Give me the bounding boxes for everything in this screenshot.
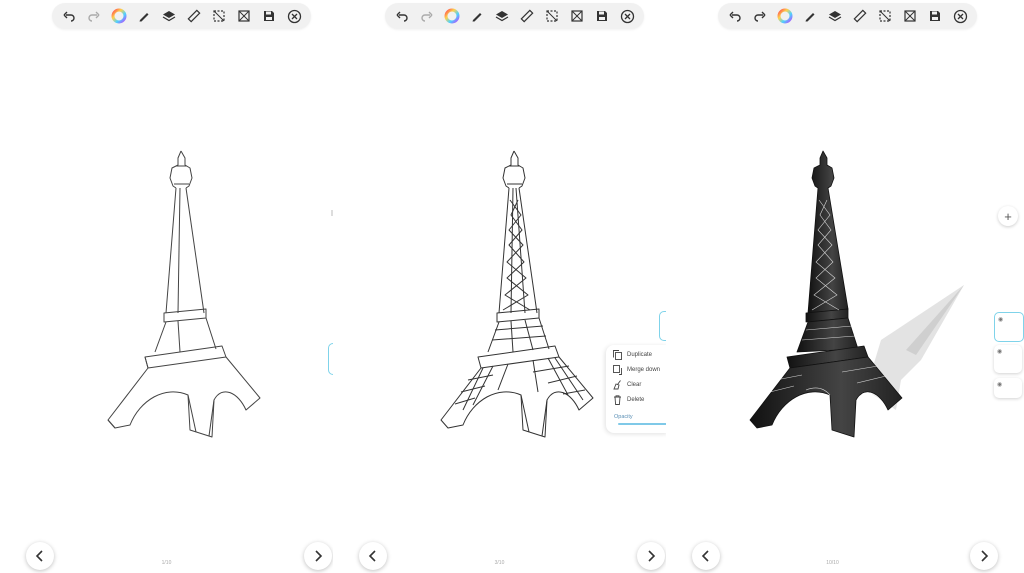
color-wheel-icon[interactable] xyxy=(441,5,463,27)
page-indicator: 1/10 xyxy=(161,560,172,566)
toolbar xyxy=(385,3,644,29)
page-indicator: 10/10 xyxy=(826,560,839,566)
close-icon[interactable] xyxy=(616,5,638,27)
transform-icon[interactable] xyxy=(566,5,588,27)
page-indicator: 3/10 xyxy=(494,560,505,566)
menu-item-delete[interactable]: Delete xyxy=(606,392,666,407)
toolbar xyxy=(52,3,311,29)
eye-icon[interactable]: ◉ xyxy=(997,348,1002,355)
layer-thumb-1[interactable]: ◉ xyxy=(994,312,1024,342)
close-icon[interactable] xyxy=(949,5,971,27)
screen-step-1: 1/10 xyxy=(0,0,333,573)
ruler-icon[interactable] xyxy=(849,5,871,27)
duplicate-icon xyxy=(613,349,622,360)
drawing-canvas[interactable] xyxy=(666,0,999,573)
color-wheel-icon[interactable] xyxy=(774,5,796,27)
pencil-icon[interactable] xyxy=(466,5,488,27)
pencil-icon[interactable] xyxy=(133,5,155,27)
layer-thumb-2[interactable]: ◉ xyxy=(994,345,1022,373)
screen-step-3: Duplicate Merge down Clear Delete Opacit… xyxy=(333,0,666,573)
redo-icon[interactable] xyxy=(749,5,771,27)
layer-tab-edge[interactable] xyxy=(659,311,666,341)
undo-icon[interactable] xyxy=(391,5,413,27)
redo-icon[interactable] xyxy=(416,5,438,27)
screen-step-10: + ◉ ◉ ◉ 10/10 xyxy=(666,0,1024,573)
toolbar xyxy=(718,3,977,29)
save-icon[interactable] xyxy=(924,5,946,27)
pencil-icon[interactable] xyxy=(799,5,821,27)
layers-icon[interactable] xyxy=(491,5,513,27)
layer-context-menu: Duplicate Merge down Clear Delete Opacit… xyxy=(606,345,666,433)
selection-icon[interactable] xyxy=(874,5,896,27)
delete-icon xyxy=(613,394,622,405)
opacity-slider[interactable] xyxy=(618,423,666,425)
layers-icon[interactable] xyxy=(158,5,180,27)
ruler-icon[interactable] xyxy=(183,5,205,27)
eye-icon[interactable]: ◉ xyxy=(998,316,1003,323)
menu-item-duplicate[interactable]: Duplicate xyxy=(606,347,666,362)
transform-icon[interactable] xyxy=(899,5,921,27)
close-icon[interactable] xyxy=(283,5,305,27)
layers-icon[interactable] xyxy=(824,5,846,27)
save-icon[interactable] xyxy=(591,5,613,27)
save-icon[interactable] xyxy=(258,5,280,27)
layer-thumb-3[interactable]: ◉ xyxy=(994,378,1022,398)
ruler-icon[interactable] xyxy=(516,5,538,27)
selection-icon[interactable] xyxy=(208,5,230,27)
color-wheel-icon[interactable] xyxy=(108,5,130,27)
tutorial-steps: 1/10 Duplicate Merge down Clear Delete O… xyxy=(0,0,1024,573)
selection-icon[interactable] xyxy=(541,5,563,27)
menu-item-merge-down[interactable]: Merge down xyxy=(606,362,666,377)
redo-icon[interactable] xyxy=(83,5,105,27)
drawing-canvas[interactable] xyxy=(0,0,333,573)
undo-icon[interactable] xyxy=(58,5,80,27)
drawing-canvas[interactable] xyxy=(333,0,666,573)
transform-icon[interactable] xyxy=(233,5,255,27)
merge-down-icon xyxy=(613,364,622,375)
opacity-label: Opacity xyxy=(614,414,633,420)
eye-icon[interactable]: ◉ xyxy=(997,381,1002,388)
clear-icon xyxy=(613,379,622,390)
menu-item-clear[interactable]: Clear xyxy=(606,377,666,392)
undo-icon[interactable] xyxy=(724,5,746,27)
add-layer-button[interactable]: + xyxy=(998,206,1018,226)
